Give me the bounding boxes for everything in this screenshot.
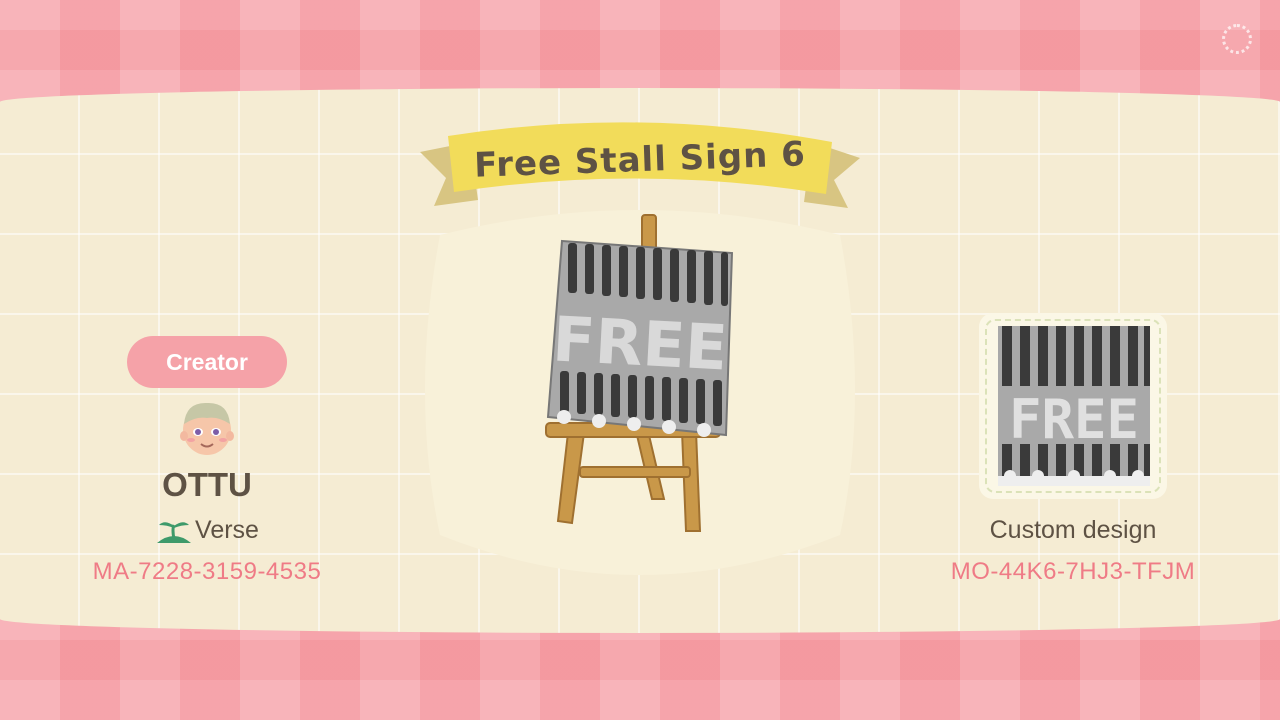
sign-canvas: FREE bbox=[546, 239, 734, 437]
villager-avatar-icon bbox=[180, 402, 234, 455]
thumbnail-sign-text: FREE bbox=[1009, 388, 1139, 451]
design-type-label: Custom design bbox=[989, 516, 1157, 544]
creator-label: Creator bbox=[127, 336, 287, 388]
design-thumbnail: FREE bbox=[998, 326, 1150, 486]
creator-name: OTTU bbox=[162, 466, 252, 503]
creator-id: MA-7228-3159-4535 bbox=[92, 558, 322, 585]
design-preview: FREE bbox=[400, 195, 880, 585]
design-id: MO-44K6-7HJ3-TFJM bbox=[950, 558, 1196, 585]
island-name: Verse bbox=[195, 516, 259, 544]
design-title: Free Stall Sign 6 bbox=[473, 134, 807, 186]
creator-island: Verse bbox=[80, 516, 334, 545]
loading-spinner-icon bbox=[1222, 24, 1252, 54]
island-sprout-icon bbox=[157, 521, 192, 543]
sign-text: FREE bbox=[551, 302, 729, 384]
